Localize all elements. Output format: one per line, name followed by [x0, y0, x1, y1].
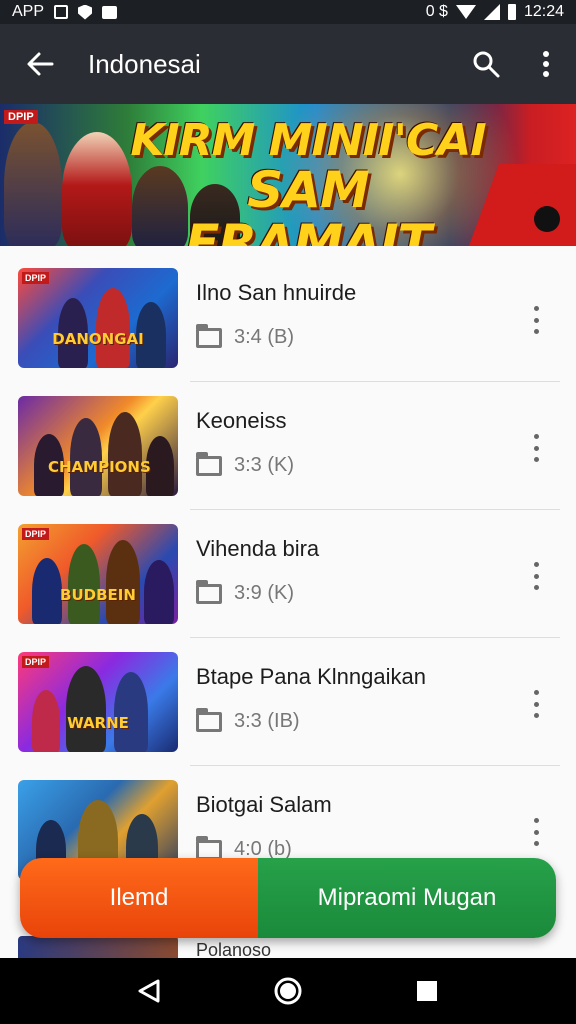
- green-action-button[interactable]: Mipraomi Mugan: [258, 858, 556, 938]
- folder-icon: [196, 835, 222, 860]
- status-bar: APP 0 $ 12:24: [0, 0, 576, 24]
- thumbnail-logo: DANONGAI: [52, 330, 144, 348]
- status-indicators-text: 0 $: [425, 3, 448, 20]
- item-meta: 3:9 (K): [196, 579, 319, 605]
- item-more-button[interactable]: [526, 562, 546, 590]
- folder-icon: [196, 451, 222, 476]
- item-meta: 3:3 (K): [196, 451, 295, 477]
- signal-icon: [483, 4, 500, 20]
- thumbnail-badge: DPIP: [22, 528, 50, 540]
- item-title: Btape Pana Klnngaikan: [196, 664, 426, 689]
- item-title: Biotgai Salam: [196, 792, 332, 817]
- list-item[interactable]: DPIP BUDBEIN Vihenda bira 3:9 (K): [0, 510, 576, 638]
- item-title: Vihenda bira: [196, 536, 320, 561]
- thumbnail-figure: [106, 540, 140, 624]
- banner-headline-line1: KIRM MINII'CAI: [130, 115, 486, 166]
- nav-home-button[interactable]: [268, 971, 308, 1011]
- search-button[interactable]: [456, 24, 516, 104]
- wifi-icon: [455, 5, 476, 19]
- system-nav-bar: [0, 958, 576, 1024]
- status-app-label: APP: [12, 3, 45, 20]
- folder-icon: [196, 707, 222, 732]
- shield-icon: [78, 4, 93, 20]
- status-time: 12:24: [523, 3, 564, 20]
- thumbnail-figure: [96, 288, 130, 368]
- folder-icon: [196, 579, 222, 604]
- banner-tag: DPIP: [4, 110, 38, 124]
- item-info: Vihenda bira 3:9 (K): [196, 536, 319, 605]
- search-icon: [473, 51, 500, 78]
- item-thumbnail: DPIP BUDBEIN: [18, 524, 178, 624]
- item-meta-text: 3:4 (B): [234, 326, 295, 348]
- item-info: Btape Pana Klnngaikan 3:3 (IB): [196, 664, 426, 733]
- circle-home-icon: [274, 977, 302, 1005]
- thumbnail-badge: DPIP: [22, 656, 50, 668]
- item-meta: 3:3 (IB): [196, 707, 426, 733]
- nav-back-button[interactable]: [129, 971, 169, 1011]
- banner-headline-line2: SAM FRAMAIT: [185, 161, 432, 246]
- item-meta-text: 3:9 (K): [234, 582, 295, 604]
- item-meta-text: 3:3 (K): [234, 454, 295, 476]
- list-item[interactable]: DPIP WARNE Btape Pana Klnngaikan 3:3 (IB…: [0, 638, 576, 766]
- game-list: DPIP DANONGAI Ilno San hnuirde 3:4 (B) C…: [0, 254, 576, 894]
- item-meta-text: 3:3 (IB): [234, 710, 300, 732]
- item-more-button[interactable]: [526, 818, 546, 846]
- banner-character: [62, 132, 132, 246]
- item-info: Keoneiss 3:3 (K): [196, 408, 294, 477]
- list-item[interactable]: CHAMPIONS Keoneiss 3:3 (K): [0, 382, 576, 510]
- item-info: Biotgai Salam 4:0 (b): [196, 792, 332, 861]
- item-thumbnail: DPIP WARNE: [18, 652, 178, 752]
- item-more-button[interactable]: [526, 690, 546, 718]
- item-meta: 3:4 (B): [196, 323, 356, 349]
- more-vertical-icon: [543, 51, 549, 77]
- thumbnail-figure: [144, 560, 174, 624]
- square-recents-icon: [416, 981, 437, 1001]
- battery-icon: [507, 4, 516, 20]
- screenshot-icon: [54, 5, 69, 19]
- thumbnail-badge: DPIP: [22, 272, 50, 284]
- item-thumbnail: CHAMPIONS: [18, 396, 178, 496]
- item-info: Ilno San hnuirde 3:4 (B): [196, 280, 356, 349]
- folder-icon: [196, 323, 222, 348]
- banner-dot: [534, 206, 560, 232]
- thumbnail-logo: CHAMPIONS: [48, 458, 151, 476]
- promo-banner[interactable]: DPIP KIRM MINII'CAI SAM FRAMAIT: [0, 104, 576, 246]
- item-thumbnail: DPIP DANONGAI: [18, 268, 178, 368]
- overflow-menu-button[interactable]: [516, 24, 576, 104]
- arrow-left-icon: [27, 52, 54, 76]
- back-button[interactable]: [0, 24, 80, 104]
- thumbnail-figure: [108, 412, 142, 496]
- item-more-button[interactable]: [526, 306, 546, 334]
- thumbnail-figure: [68, 544, 100, 624]
- action-bar: Ilemd Mipraomi Mugan: [20, 858, 556, 938]
- banner-headline: KIRM MINII'CAI SAM FRAMAIT: [128, 115, 488, 246]
- thumbnail-logo: BUDBEIN: [60, 586, 136, 604]
- item-title: Ilno San hnuirde: [196, 280, 357, 305]
- triangle-back-icon: [138, 979, 160, 1003]
- item-more-button[interactable]: [526, 434, 546, 462]
- thumbnail-figure: [70, 418, 102, 496]
- item-thumbnail: [18, 936, 178, 958]
- banner-character: [4, 122, 62, 246]
- item-title: Keoneiss: [196, 408, 287, 433]
- thumbnail-logo: WARNE: [67, 714, 129, 732]
- page-title: Indonesai: [88, 48, 201, 79]
- app-bar: Indonesai: [0, 24, 576, 104]
- thumbnail-figure: [66, 666, 106, 752]
- bag-icon: [102, 5, 118, 19]
- list-item[interactable]: DPIP DANONGAI Ilno San hnuirde 3:4 (B): [0, 254, 576, 382]
- primary-orange-button[interactable]: Ilemd: [20, 858, 258, 938]
- nav-recents-button[interactable]: [407, 971, 447, 1011]
- thumbnail-figure: [114, 672, 148, 752]
